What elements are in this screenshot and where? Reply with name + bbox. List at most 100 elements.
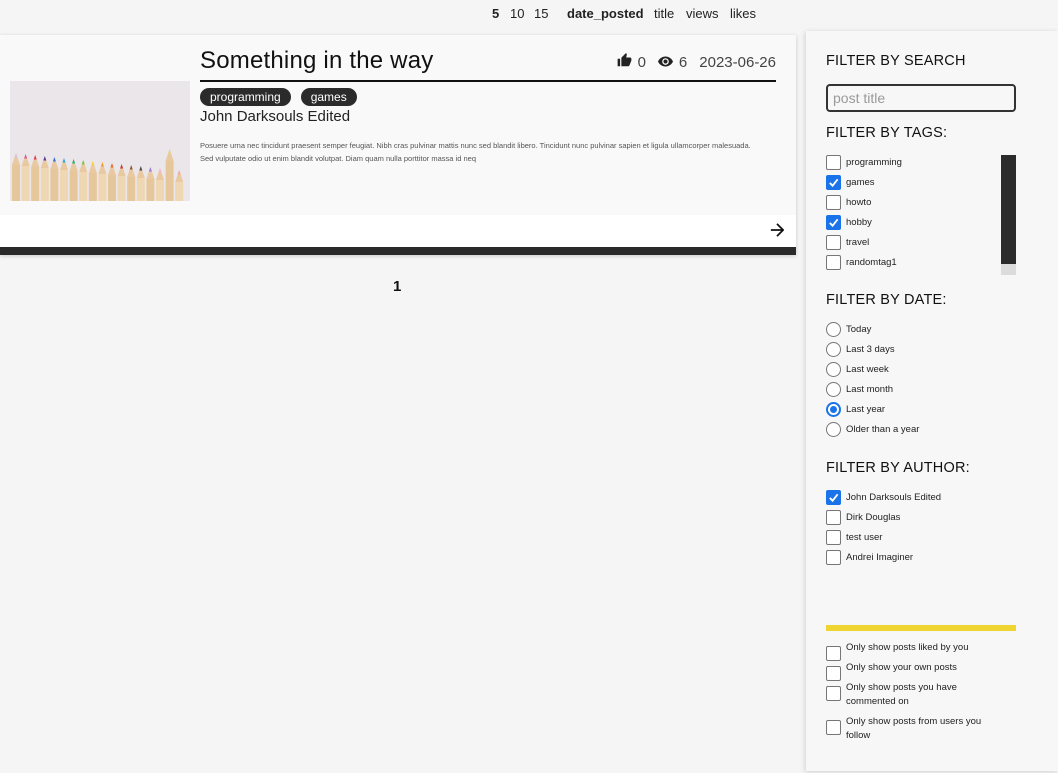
tag-filter-label: howto xyxy=(846,197,872,208)
pagination-page-1[interactable]: 1 xyxy=(393,278,401,295)
checkbox[interactable] xyxy=(826,155,841,170)
date-filter-2[interactable]: Last week xyxy=(826,362,889,377)
extra-filter-label: Only show posts you have commented on xyxy=(846,682,957,707)
extra-filter-2[interactable]: Only show posts you have commented on xyxy=(826,681,996,709)
date-heading: FILTER BY DATE: xyxy=(826,292,947,308)
date-filter-1[interactable]: Last 3 days xyxy=(826,342,895,357)
author-filter-label: Dirk Douglas xyxy=(846,512,901,523)
checkbox[interactable] xyxy=(826,215,841,230)
sort-views[interactable]: views xyxy=(686,6,719,21)
tag-filter-2[interactable]: howto xyxy=(826,195,871,210)
author-filter-label: Andrei Imaginer xyxy=(846,552,914,563)
post-author[interactable]: John Darksouls Edited xyxy=(200,108,350,125)
date-filter-0[interactable]: Today xyxy=(826,322,871,337)
views-count: 6 xyxy=(678,53,688,71)
tag-programming[interactable]: programming xyxy=(200,88,291,106)
tag-filter-0[interactable]: programming xyxy=(826,155,902,170)
date-filter-label: Last 3 days xyxy=(846,344,895,355)
checkbox[interactable] xyxy=(826,720,841,735)
post-tags: programming games xyxy=(200,88,367,106)
checkbox[interactable] xyxy=(826,235,841,250)
card-footer xyxy=(0,215,796,247)
extra-filter-1[interactable]: Only show your own posts xyxy=(826,661,996,681)
page: 5 10 15 date_posted title views likes So… xyxy=(0,0,1058,773)
sort-title[interactable]: title xyxy=(654,6,674,21)
extra-filter-0[interactable]: Only show posts liked by you xyxy=(826,641,996,661)
tag-games[interactable]: games xyxy=(300,88,357,106)
likes-count: 0 xyxy=(637,53,646,71)
author-filter-label: test user xyxy=(846,532,883,543)
date-filter-label: Last month xyxy=(846,384,893,395)
radio-button[interactable] xyxy=(826,382,841,397)
extra-filter-3[interactable]: Only show posts from users you follow xyxy=(826,715,996,743)
eye-icon xyxy=(657,54,673,71)
radio-button[interactable] xyxy=(826,402,841,417)
arrow-right-icon[interactable] xyxy=(766,219,788,241)
tag-filter-label: games xyxy=(846,177,875,188)
extra-filter-label: Only show your own posts xyxy=(846,662,957,673)
section-divider xyxy=(826,625,1016,631)
page-size-15[interactable]: 15 xyxy=(534,6,548,21)
page-size-10[interactable]: 10 xyxy=(510,6,524,21)
date-filter-label: Today xyxy=(846,324,872,335)
checkmark-icon xyxy=(829,218,839,228)
tag-filter-4[interactable]: travel xyxy=(826,235,869,250)
date-filter-label: Older than a year xyxy=(846,424,920,435)
title-divider xyxy=(200,80,776,82)
checkbox[interactable] xyxy=(826,175,841,190)
tag-filter-1[interactable]: games xyxy=(826,175,875,190)
sort-date-posted[interactable]: date_posted xyxy=(567,6,644,21)
radio-button[interactable] xyxy=(826,342,841,357)
checkmark-icon xyxy=(829,178,839,188)
checkbox[interactable] xyxy=(826,666,841,681)
radio-button[interactable] xyxy=(826,422,841,437)
post-thumbnail[interactable] xyxy=(10,81,190,201)
checkbox[interactable] xyxy=(826,530,841,545)
thumbs-up-icon[interactable] xyxy=(617,53,632,71)
tags-heading: FILTER BY TAGS: xyxy=(826,125,948,141)
tag-filter-label: randomtag1 xyxy=(846,257,897,268)
extra-filter-label: Only show posts from users you follow xyxy=(846,716,982,741)
tag-filter-5[interactable]: randomtag1 xyxy=(826,255,897,270)
post-title[interactable]: Something in the way xyxy=(200,47,433,75)
tag-filter-3[interactable]: hobby xyxy=(826,215,872,230)
tag-scrollbar-thumb[interactable] xyxy=(1001,155,1016,264)
checkbox[interactable] xyxy=(826,550,841,565)
page-size-5[interactable]: 5 xyxy=(492,6,499,21)
tag-filter-label: hobby xyxy=(846,217,872,228)
search-input[interactable] xyxy=(826,84,1016,112)
sort-bar: 5 10 15 date_posted title views likes xyxy=(0,6,800,24)
tag-filter-label: travel xyxy=(846,237,870,248)
extra-filter-label: Only show posts liked by you xyxy=(846,642,969,653)
card-bottom-border xyxy=(0,247,796,255)
author-filter-2[interactable]: test user xyxy=(826,530,882,545)
radio-button[interactable] xyxy=(826,362,841,377)
checkbox[interactable] xyxy=(826,195,841,210)
post-date: 2023-06-26 xyxy=(699,53,776,71)
radio-button[interactable] xyxy=(826,322,841,337)
checkbox[interactable] xyxy=(826,686,841,701)
author-heading: FILTER BY AUTHOR: xyxy=(826,460,970,476)
author-filter-0[interactable]: John Darksouls Edited xyxy=(826,490,941,505)
checkbox[interactable] xyxy=(826,646,841,661)
date-filter-label: Last year xyxy=(846,404,886,415)
checkbox[interactable] xyxy=(826,490,841,505)
sort-likes[interactable]: likes xyxy=(730,6,756,21)
author-filter-1[interactable]: Dirk Douglas xyxy=(826,510,900,525)
tag-filter-label: programming xyxy=(846,157,902,168)
checkmark-icon xyxy=(829,493,839,503)
colored-pencils-image xyxy=(10,81,190,201)
author-filter-3[interactable]: Andrei Imaginer xyxy=(826,550,913,565)
post-card[interactable]: Something in the way 0 6 2023-06-26 prog… xyxy=(0,35,796,255)
date-filter-label: Last week xyxy=(846,364,889,375)
checkbox[interactable] xyxy=(826,510,841,525)
post-excerpt: Posuere urna nec tincidunt praesent semp… xyxy=(200,141,751,163)
date-filter-5[interactable]: Older than a year xyxy=(826,422,919,437)
date-filter-3[interactable]: Last month xyxy=(826,382,893,397)
date-filter-4[interactable]: Last year xyxy=(826,402,885,417)
search-heading: FILTER BY SEARCH xyxy=(826,53,966,69)
checkbox[interactable] xyxy=(826,255,841,270)
author-filter-label: John Darksouls Edited xyxy=(846,492,942,503)
post-meta: 0 6 2023-06-26 xyxy=(617,53,776,71)
filter-sidebar: FILTER BY SEARCH FILTER BY TAGS: program… xyxy=(806,31,1058,771)
